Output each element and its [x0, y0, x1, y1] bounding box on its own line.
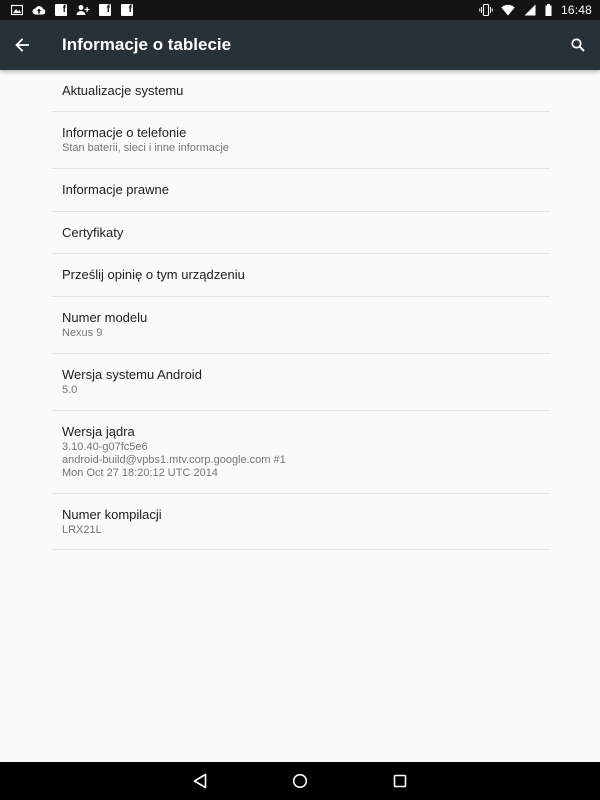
nav-recents-button[interactable]	[370, 762, 430, 800]
notification-icons: f f f	[10, 3, 134, 17]
item-summary: LRX21L	[62, 523, 102, 536]
list-item-phone-status[interactable]: Informacje o telefonie Stan baterii, sie…	[51, 112, 550, 169]
list-item-build-number[interactable]: Numer kompilacji LRX21L	[51, 494, 550, 550]
status-bar: f f f 16:48	[0, 0, 600, 20]
item-title: Aktualizacje systemu	[62, 82, 184, 98]
facebook-icon: f	[54, 3, 68, 17]
item-title: Certyfikaty	[62, 224, 124, 240]
vibrate-icon	[479, 3, 493, 17]
facebook-icon: f	[120, 3, 134, 17]
settings-list: Aktualizacje systemu Informacje o telefo…	[51, 70, 550, 550]
list-item-android-version[interactable]: Wersja systemu Android 5.0	[51, 354, 550, 411]
search-button[interactable]	[556, 20, 600, 70]
wifi-icon	[501, 3, 515, 17]
list-item-kernel-version[interactable]: Wersja jądra 3.10.40-g07fc5e6 android-bu…	[51, 411, 550, 494]
item-title: Numer modelu	[62, 310, 148, 325]
item-title: Wersja systemu Android	[62, 367, 202, 382]
back-button[interactable]	[0, 20, 44, 70]
item-summary-line: Mon Oct 27 18:20:12 UTC 2014	[62, 467, 218, 479]
facebook-icon: f	[98, 3, 112, 17]
item-summary: Stan baterii, sieci i inne informacje	[62, 142, 229, 154]
recents-nav-icon	[393, 774, 407, 788]
item-title: Prześlij opinię o tym urządzeniu	[62, 267, 245, 282]
item-summary: 5.0	[62, 384, 78, 396]
item-title: Wersja jądra	[62, 424, 135, 439]
page-title: Informacje o tablecie	[62, 35, 232, 54]
image-icon	[10, 3, 24, 17]
system-icons: 16:48	[479, 3, 592, 17]
item-title: Numer kompilacji	[62, 506, 162, 522]
battery-icon	[545, 3, 553, 17]
list-item-legal-info[interactable]: Informacje prawne	[51, 169, 550, 212]
search-icon	[571, 38, 585, 52]
list-item-certificates[interactable]: Certyfikaty	[51, 212, 550, 254]
nav-home-button[interactable]	[270, 762, 330, 800]
item-title: Informacje o telefonie	[62, 125, 187, 140]
app-bar: Informacje o tablecie	[0, 20, 600, 70]
list-item-send-feedback[interactable]: Prześlij opinię o tym urządzeniu	[51, 254, 550, 297]
nav-back-button[interactable]	[170, 762, 230, 800]
arrow-back-icon	[15, 38, 29, 52]
signal-icon	[523, 3, 537, 17]
screen: f f f 16:48 Informacje o tablecie Aktual…	[0, 0, 600, 800]
item-title: Informacje prawne	[62, 182, 169, 197]
cloud-upload-icon	[32, 3, 46, 17]
item-summary-line: 3.10.40-g07fc5e6	[62, 441, 148, 453]
item-summary-line: android-build@vpbs1.mtv.corp.google.com …	[62, 454, 286, 466]
back-nav-icon	[193, 773, 207, 789]
list-item-system-updates[interactable]: Aktualizacje systemu	[51, 70, 550, 112]
list-item-model-number[interactable]: Numer modelu Nexus 9	[51, 297, 550, 354]
status-clock: 16:48	[560, 3, 592, 17]
home-nav-icon	[292, 773, 308, 789]
item-summary: Nexus 9	[62, 327, 103, 339]
add-person-icon	[76, 3, 90, 17]
navigation-bar	[0, 762, 600, 800]
